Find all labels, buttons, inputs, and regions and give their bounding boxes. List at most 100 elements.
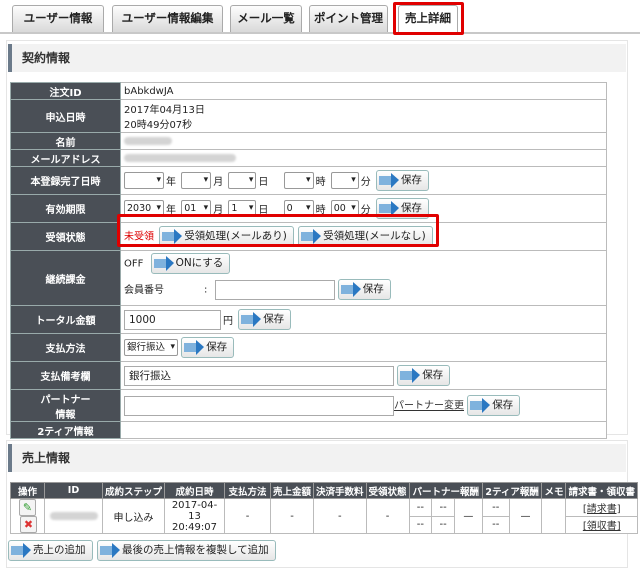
row-partner-d: -- (431, 515, 455, 534)
arrow-icon (11, 542, 31, 558)
col-step: 成約ステップ (101, 482, 166, 499)
contract-table: 注文ID bAbkdwJA 申込日時 2017年04月13日 20時49分07秒… (10, 82, 607, 439)
row-tier2: 2ティア情報 (10, 421, 607, 439)
tier2-label: 2ティア情報 (10, 421, 121, 439)
row-order-id: 注文ID bAbkdwJA (10, 82, 607, 100)
row-memo (541, 498, 567, 534)
col-memo: メモ (541, 482, 567, 499)
registered-save-button[interactable]: 保存 (375, 170, 429, 191)
name-value-redacted (120, 132, 607, 150)
row-tier2-dash: — (508, 498, 543, 534)
partner-save-button[interactable]: 保存 (467, 395, 521, 416)
total-input[interactable]: 1000 (124, 309, 221, 330)
payment-label: 支払方法 (10, 333, 121, 362)
unit-year: 年 (166, 177, 176, 188)
total-save-button[interactable]: 保存 (238, 309, 292, 330)
member-no-input[interactable] (214, 279, 335, 300)
applied-label: 申込日時 (10, 99, 121, 133)
row-receipt-doc-link[interactable]: [領収書] (565, 515, 638, 534)
name-label: 名前 (10, 132, 121, 150)
col-tier2: 2ティア報酬 (481, 482, 543, 499)
member-no-colon: : (204, 284, 208, 296)
email-label: メールアドレス (10, 149, 121, 167)
col-fee: 決済手数料 (313, 482, 367, 499)
row-invoice-link[interactable]: [請求書] (565, 498, 638, 517)
tier2-value (120, 421, 607, 439)
row-email: メールアドレス (10, 149, 607, 167)
billing-on-button[interactable]: ONにする (150, 253, 231, 274)
partner-label: パートナー 情報 (10, 389, 121, 422)
member-no-label: 会員番号 (124, 284, 164, 296)
arrow-icon (400, 367, 421, 383)
col-partner: パートナー報酬 (408, 482, 483, 499)
payment-save-button[interactable]: 保存 (181, 337, 235, 358)
col-date: 成約日時 (164, 482, 226, 499)
registered-label: 本登録完了日時 (10, 166, 121, 195)
highlight-receipt-buttons (117, 214, 439, 247)
billing-status: OFF (124, 258, 144, 270)
partner-input[interactable] (124, 395, 394, 416)
applied-value: 2017年04月13日 20時49分07秒 (120, 99, 607, 133)
unit-month: 月 (213, 177, 224, 188)
col-payment: 支払方法 (224, 482, 272, 499)
tab-points[interactable]: ポイント管理 (309, 5, 388, 32)
registered-month-select[interactable] (181, 172, 212, 189)
billing-label: 継続課金 (10, 250, 121, 306)
applied-time: 20時49分07秒 (124, 120, 193, 131)
col-id: ID (44, 482, 103, 499)
arrow-icon (378, 200, 399, 216)
copy-last-sale-button[interactable]: 最後の売上情報を複製して追加 (97, 540, 276, 561)
partner-change-link[interactable]: パートナー変更 (394, 401, 464, 412)
tab-mail-list[interactable]: メール一覧 (230, 5, 302, 32)
row-payment: - (224, 498, 272, 534)
row-receipt: - (365, 498, 410, 534)
row-partner-c: -- (408, 515, 433, 534)
arrow-icon (378, 172, 399, 188)
payment-note-input[interactable]: 銀行振込 (124, 365, 394, 386)
payment-select[interactable]: 銀行振込 (124, 339, 178, 356)
add-sale-button[interactable]: 売上の追加 (8, 540, 93, 561)
arrow-icon (340, 281, 361, 297)
arrow-icon (470, 397, 491, 413)
registered-year-select[interactable] (124, 172, 164, 189)
unit-day: 日 (258, 177, 269, 188)
billing-value: OFF ONにする 会員番号: 保存 (120, 250, 607, 306)
tab-user-edit[interactable]: ユーザー情報編集 (112, 5, 223, 32)
delete-icon[interactable]: ✖ (20, 516, 37, 533)
applied-date: 2017年04月13日 (124, 105, 205, 116)
sales-section-title: 売上情報 (8, 444, 626, 472)
total-value: 1000 円 保存 (120, 305, 607, 334)
registered-hour-select[interactable] (283, 172, 314, 189)
payment-note-save-button[interactable]: 保存 (397, 365, 451, 386)
row-payment-note: 支払備考欄 銀行振込 保存 (10, 361, 607, 390)
row-payment: 支払方法 銀行振込 保存 (10, 333, 607, 362)
col-amount: 売上金額 (270, 482, 315, 499)
order-id-label: 注文ID (10, 82, 121, 100)
sales-table: 操作 ID 成約ステップ 成約日時 支払方法 売上金額 決済手数料 受領状態 パ… (10, 482, 638, 534)
row-date: 2017-04-13 20:49:07 (164, 498, 226, 534)
payment-value: 銀行振込 保存 (120, 333, 607, 362)
row-registered: 本登録完了日時 年 月 日 時 分 保存 (10, 166, 607, 195)
total-unit: 円 (223, 316, 233, 327)
row-actions: ✎✖ (10, 498, 45, 534)
registered-day-select[interactable] (228, 172, 257, 189)
arrow-icon (153, 255, 174, 271)
registered-minute-select[interactable] (330, 172, 359, 189)
row-id-redacted (44, 498, 103, 534)
row-total: トータル金額 1000 円 保存 (10, 305, 607, 334)
row-step: 申し込み (101, 498, 166, 534)
row-partner-a: -- (408, 498, 433, 517)
total-label: トータル金額 (10, 305, 121, 334)
edit-icon[interactable]: ✎ (19, 499, 36, 516)
tab-user-info[interactable]: ユーザー情報 (12, 5, 104, 32)
row-billing: 継続課金 OFF ONにする 会員番号: 保存 (10, 250, 607, 306)
col-ops: 操作 (10, 482, 45, 499)
member-no-save-button[interactable]: 保存 (337, 279, 391, 300)
tab-bar: ユーザー情報 ユーザー情報編集 メール一覧 ポイント管理 売上詳細 (0, 0, 640, 34)
row-fee: - (313, 498, 367, 534)
row-partner-b: -- (431, 498, 455, 517)
arrow-icon (184, 339, 205, 355)
col-receipt: 受領状態 (365, 482, 410, 499)
payment-note-label: 支払備考欄 (10, 361, 121, 390)
expiry-label: 有効期限 (10, 194, 121, 223)
